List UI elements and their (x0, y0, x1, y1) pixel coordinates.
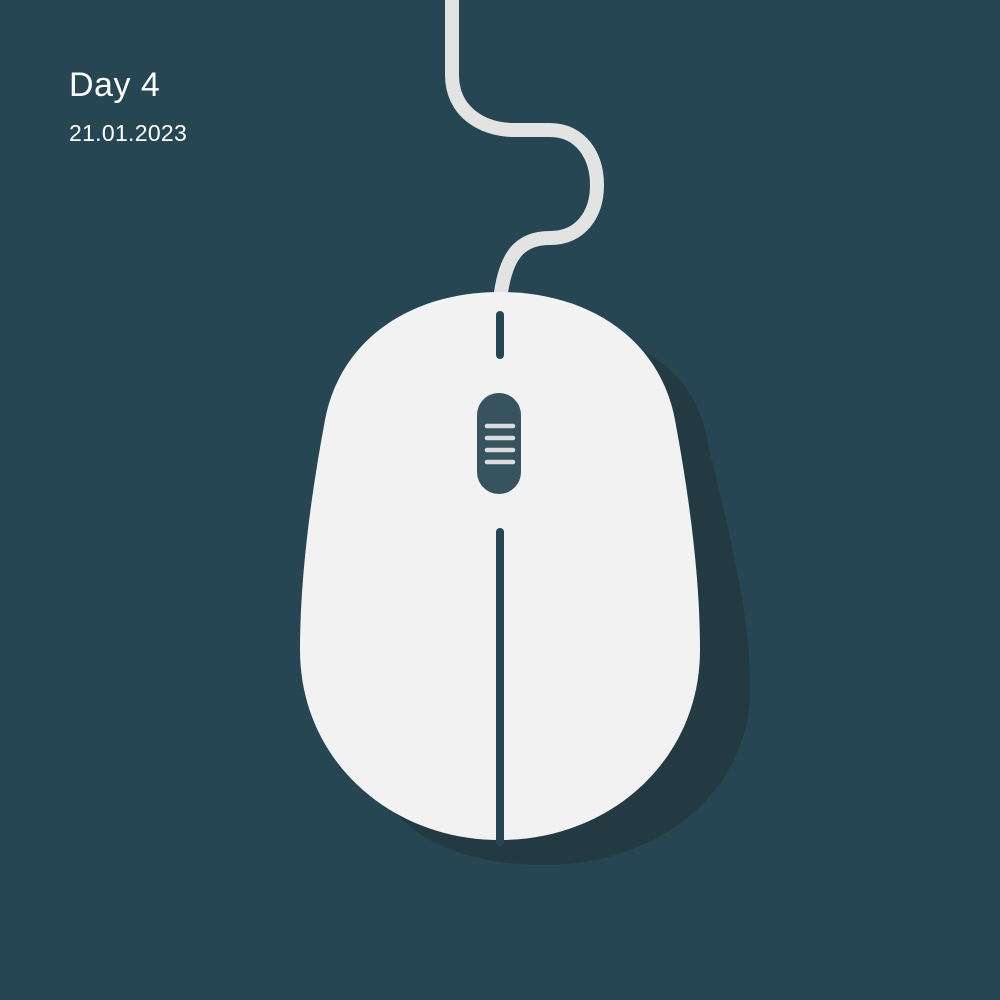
scroll-wheel (477, 393, 521, 494)
mouse-cable (445, 0, 604, 307)
computer-mouse-icon (300, 0, 750, 865)
